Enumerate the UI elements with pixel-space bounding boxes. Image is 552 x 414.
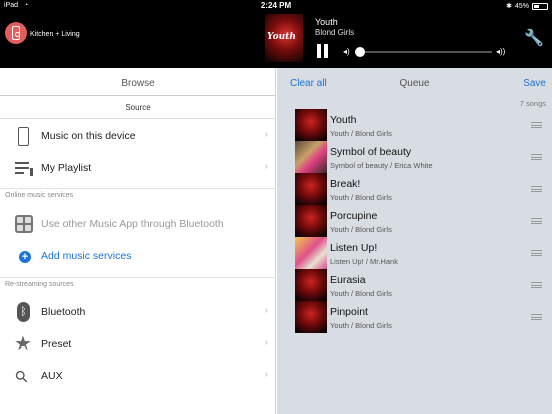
queue-album-art	[295, 301, 327, 333]
chevron-right-icon: ›	[264, 305, 268, 316]
chevron-right-icon: ›	[264, 161, 268, 172]
browse-panel: Browse Source Music on this device › My …	[0, 68, 276, 414]
queue-song-title: Break!	[330, 178, 361, 190]
album-art-title: Youth	[267, 32, 296, 42]
phone-icon	[14, 126, 34, 146]
queue-album-art	[295, 109, 327, 141]
drag-handle-icon[interactable]	[531, 314, 542, 320]
queue-row[interactable]: Symbol of beauty Symbol of beauty / Erica…	[295, 141, 552, 173]
queue-row[interactable]: Porcupine Youth / Blond Girls	[295, 205, 552, 237]
pause-icon	[317, 44, 321, 58]
queue-header: Clear all Queue Save	[277, 68, 552, 96]
song-count: 7 songs	[519, 99, 546, 108]
now-playing-bar: Kitchen + Living Youth Youth Blond Girls…	[0, 12, 552, 68]
browse-item-label: My Playlist	[41, 162, 92, 174]
queue-panel: Clear all Queue Save 7 songs Youth Youth …	[277, 68, 552, 414]
clock: 2:24 PM	[260, 1, 292, 10]
browse-item-aux[interactable]: ⚲ AUX ›	[0, 361, 276, 391]
battery-status: ✱ 45%	[506, 2, 548, 10]
queue-row[interactable]: Eurasia Youth / Blond Girls	[295, 269, 552, 301]
divider	[0, 188, 276, 189]
queue-title: Queue	[399, 78, 430, 89]
browse-item-label: Use other Music App through Bluetooth	[41, 218, 224, 230]
queue-song-title: Symbol of beauty	[330, 146, 412, 158]
divider	[0, 95, 276, 96]
bluetooth-icon: ᛒ	[14, 302, 34, 322]
queue-song-title: Porcupine	[330, 210, 378, 222]
restreaming-sources-label: Re-streaming sources	[5, 281, 74, 288]
browse-item-label: Add music services	[41, 250, 132, 262]
add-music-services-button[interactable]: + Add music services	[0, 241, 276, 271]
volume-high-icon: ◂))	[496, 47, 506, 56]
chevron-right-icon: ›	[264, 337, 268, 348]
wrench-icon[interactable]: 🔧	[524, 28, 544, 48]
queue-album-art	[295, 141, 327, 173]
queue-row[interactable]: Listen Up! Listen Up! / Mr.Hank	[295, 237, 552, 269]
drag-handle-icon[interactable]	[531, 186, 542, 192]
speaker-icon[interactable]	[5, 22, 27, 44]
apps-icon	[14, 214, 34, 234]
track-artist: Blond Girls	[315, 28, 355, 37]
drag-handle-icon[interactable]	[531, 282, 542, 288]
track-title: Youth	[315, 17, 338, 27]
drag-handle-icon[interactable]	[531, 154, 542, 160]
queue-album-art	[295, 269, 327, 301]
save-button[interactable]: Save	[523, 78, 546, 89]
chevron-right-icon: ›	[264, 129, 268, 140]
drag-handle-icon[interactable]	[531, 250, 542, 256]
browse-item-bluetooth[interactable]: ᛒ Bluetooth ›	[0, 297, 276, 327]
queue-song-subtitle: Symbol of beauty / Erica White	[330, 161, 433, 170]
queue-album-art	[295, 237, 327, 269]
status-bar: iPad ◔ 2:24 PM ✱ 45%	[0, 0, 552, 12]
volume-knob[interactable]	[355, 47, 366, 57]
browse-item-my-playlist[interactable]: My Playlist ›	[0, 153, 276, 183]
queue-song-title: Youth	[330, 114, 357, 126]
queue-song-title: Pinpoint	[330, 306, 368, 318]
drag-handle-icon[interactable]	[531, 122, 542, 128]
divider	[0, 277, 276, 278]
queue-song-subtitle: Youth / Blond Girls	[330, 289, 392, 298]
room-label[interactable]: Kitchen + Living	[30, 31, 80, 38]
queue-album-art	[295, 173, 327, 205]
queue-song-subtitle: Listen Up! / Mr.Hank	[330, 257, 398, 266]
browse-item-label: Bluetooth	[41, 306, 86, 318]
chevron-right-icon: ›	[264, 369, 268, 380]
preset-badge: P	[21, 346, 26, 353]
queue-song-subtitle: Youth / Blond Girls	[330, 225, 392, 234]
divider	[0, 118, 276, 119]
volume-slider[interactable]	[355, 47, 492, 57]
battery-icon	[532, 2, 548, 10]
battery-percent: 45%	[514, 2, 529, 10]
browse-item-label: Music on this device	[41, 130, 136, 142]
browse-item-other-music-app[interactable]: Use other Music App through Bluetooth	[0, 209, 276, 239]
source-section-label: Source	[125, 103, 151, 112]
queue-album-art	[295, 205, 327, 237]
preset-icon: ★ P	[14, 334, 34, 354]
browse-title: Browse	[121, 78, 155, 89]
drag-handle-icon[interactable]	[531, 218, 542, 224]
volume-low-icon: ◂)	[343, 47, 350, 56]
browse-item-label: Preset	[41, 338, 72, 350]
album-art[interactable]: Youth	[265, 14, 303, 66]
pause-button[interactable]	[316, 44, 330, 59]
queue-song-subtitle: Youth / Blond Girls	[330, 193, 392, 202]
queue-row[interactable]: Break! Youth / Blond Girls	[295, 173, 552, 205]
browse-item-preset[interactable]: ★ P Preset ›	[0, 329, 276, 359]
queue-song-title: Listen Up!	[330, 242, 378, 254]
aux-icon: ⚲	[12, 367, 33, 388]
add-icon: +	[14, 246, 34, 266]
online-services-label: Online music services	[5, 192, 74, 199]
playlist-icon	[14, 158, 34, 178]
queue-row[interactable]: Youth Youth / Blond Girls	[295, 109, 552, 141]
bluetooth-status-icon: ✱	[506, 3, 512, 10]
queue-song-title: Eurasia	[330, 274, 366, 286]
queue-song-subtitle: Youth / Blond Girls	[330, 129, 392, 138]
browse-item-label: AUX	[41, 370, 63, 382]
battery-fill	[534, 4, 540, 8]
queue-row[interactable]: Pinpoint Youth / Blond Girls	[295, 301, 552, 333]
queue-song-subtitle: Youth / Blond Girls	[330, 321, 392, 330]
browse-item-music-on-device[interactable]: Music on this device ›	[0, 121, 276, 151]
